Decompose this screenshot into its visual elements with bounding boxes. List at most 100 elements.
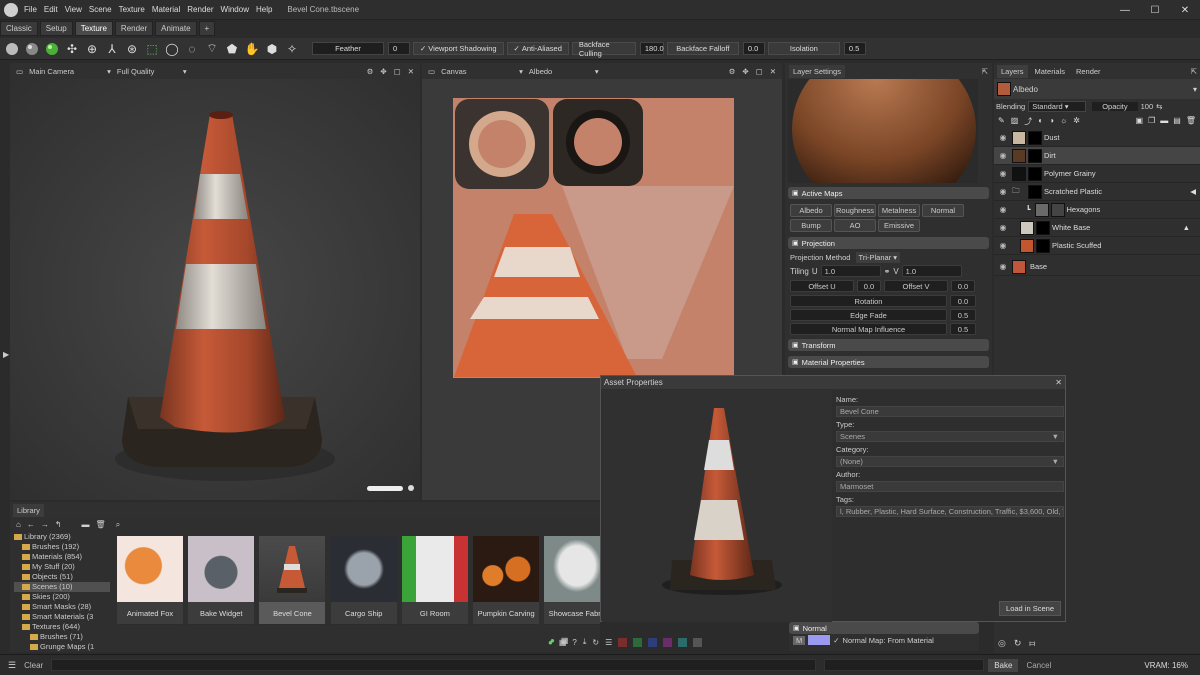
layer-row-white-base[interactable]: ◉ White Base ▲ xyxy=(994,219,1200,237)
quality-select[interactable]: Full Quality xyxy=(117,67,183,76)
isolation-field[interactable]: Isolation xyxy=(767,42,840,55)
tree-item[interactable]: Brushes (71) xyxy=(14,632,110,642)
tab-layers[interactable]: Layers xyxy=(997,64,1028,78)
left-collapse-arrow-icon[interactable]: ▶ xyxy=(3,350,9,359)
layer-row-plastic-scuffed[interactable]: ◉ Plastic Scuffed xyxy=(994,237,1200,255)
tiling-u-field[interactable]: 1.0 xyxy=(820,265,881,277)
copy-icon[interactable]: ❐ xyxy=(1148,116,1155,127)
list-icon[interactable]: ☰ xyxy=(605,638,612,647)
backface-falloff-field[interactable]: Backface Falloff xyxy=(666,42,739,55)
bake-button[interactable]: Bake xyxy=(988,658,1019,672)
normal-influence-value[interactable]: 0.5 xyxy=(950,323,976,335)
edge-fade-value[interactable]: 0.5 xyxy=(950,309,976,321)
camera-select[interactable]: Main Camera xyxy=(29,67,107,76)
map-ao-button[interactable]: AO xyxy=(834,219,876,232)
grid-icon[interactable]: ▦ xyxy=(559,638,567,647)
projection-section[interactable]: Projection xyxy=(788,237,989,249)
map-albedo-button[interactable]: Albedo xyxy=(790,204,832,217)
tree-item[interactable]: Textures (644) xyxy=(14,622,110,632)
sphere-green-icon[interactable] xyxy=(44,41,60,57)
sliders-icon[interactable]: ⧦ xyxy=(1029,638,1035,649)
folder-icon[interactable]: ▬ xyxy=(82,520,90,530)
swatch-teal[interactable] xyxy=(678,637,688,647)
tab-render-layers[interactable]: Render xyxy=(1072,65,1105,78)
opacity-value[interactable]: 100 xyxy=(1141,102,1154,111)
author-field[interactable]: Marmoset xyxy=(836,481,1064,492)
asset-tile-bevel-cone[interactable]: Bevel Cone xyxy=(259,536,326,625)
swatch-green[interactable] xyxy=(633,637,643,647)
swatch-magenta[interactable] xyxy=(663,637,673,647)
layer-row-base[interactable]: ◉ Base xyxy=(994,258,1200,276)
paint-select-icon[interactable]: ⬟ xyxy=(224,41,240,57)
menu-render[interactable]: Render xyxy=(187,5,213,14)
tab-texture[interactable]: Texture xyxy=(74,21,113,36)
link-icon[interactable]: ⚭ xyxy=(884,267,891,276)
offset-v-value[interactable]: 0.0 xyxy=(951,280,975,292)
viewport-3d[interactable]: ▭ Main Camera ▾ Full Quality ▾ ⚙ ✥ ▢ ✕ xyxy=(10,63,420,500)
swatch-blue[interactable] xyxy=(648,637,658,647)
half-circle-icon[interactable]: ◑ xyxy=(1049,116,1054,127)
curve-icon[interactable]: ⤴ xyxy=(1024,116,1032,127)
refresh-icon[interactable]: ↻ xyxy=(592,638,599,647)
cube-icon[interactable]: ⬢ xyxy=(264,41,280,57)
backface-culling-field[interactable]: Backface Culling xyxy=(571,40,636,58)
eye-icon[interactable]: ◉ xyxy=(997,151,1009,160)
help-icon[interactable]: ? xyxy=(572,638,576,647)
isolation-value[interactable]: 0.5 xyxy=(843,42,866,55)
channel-select[interactable]: Albedo xyxy=(529,67,595,76)
lasso-icon[interactable]: ◌ xyxy=(184,41,200,57)
asset-tile-gi-room[interactable]: GI Room xyxy=(401,536,468,625)
normal-influence-slider[interactable]: Normal Map Influence xyxy=(790,323,947,335)
eye-icon[interactable]: ◉ xyxy=(997,133,1009,142)
tree-item[interactable]: Grunge Maps (1 xyxy=(14,642,110,652)
popout-icon[interactable]: ⇱ xyxy=(1191,67,1197,76)
minimize-button[interactable]: — xyxy=(1110,0,1140,20)
trash-icon[interactable]: 🗑 xyxy=(96,520,106,530)
target-icon[interactable]: ◎ xyxy=(998,638,1006,649)
offset-u-value[interactable]: 0.0 xyxy=(857,280,881,292)
circle-select-icon[interactable]: ◯ xyxy=(164,41,180,57)
tree-item[interactable]: Objects (51) xyxy=(14,572,110,582)
tab-add[interactable]: + xyxy=(198,21,216,36)
menu-material[interactable]: Material xyxy=(152,5,180,14)
rotate-gizmo-icon[interactable]: ⊛ xyxy=(124,41,140,57)
refresh-icon[interactable]: ↻ xyxy=(1014,638,1022,649)
sphere-gray-icon[interactable] xyxy=(4,41,20,57)
forward-arrow-icon[interactable]: → xyxy=(41,520,49,530)
edge-fade-slider[interactable]: Edge Fade xyxy=(790,309,947,321)
fill-icon[interactable]: ▨ xyxy=(1011,116,1019,127)
blending-select[interactable]: Standard ▾ xyxy=(1028,101,1087,112)
transform-icon[interactable]: ✣ xyxy=(64,41,80,57)
map-roughness-button[interactable]: Roughness xyxy=(834,204,876,217)
tree-item[interactable]: Skies (200) xyxy=(14,592,110,602)
expand-arrow-icon[interactable]: ▲ xyxy=(1183,223,1190,232)
name-field[interactable]: Bevel Cone xyxy=(836,406,1064,417)
gear-icon[interactable]: ⚙ xyxy=(729,67,736,76)
globe-icon[interactable]: ⊕ xyxy=(84,41,100,57)
layer-row-hexagons[interactable]: ◉ ┗ Hexagons xyxy=(994,201,1200,219)
layer-row-dust[interactable]: ◉ Dust xyxy=(994,129,1200,147)
type-select[interactable]: Scenes ▼ xyxy=(836,431,1064,442)
maximize-view-icon[interactable]: ▢ xyxy=(394,67,401,76)
rotation-slider[interactable]: Rotation xyxy=(790,295,947,307)
feather-value[interactable]: 0 xyxy=(388,42,410,55)
clear-button[interactable]: Clear xyxy=(24,661,43,670)
tree-item[interactable]: Library (2369) xyxy=(14,532,110,542)
sun-icon[interactable]: ☼ xyxy=(1060,116,1067,127)
map-emissive-button[interactable]: Emissive xyxy=(878,219,920,232)
viewport-shadowing-toggle[interactable]: Viewport Shadowing xyxy=(413,42,504,55)
normal-section[interactable]: Normal xyxy=(789,622,979,634)
gear-icon[interactable]: ⚙ xyxy=(367,67,374,76)
feather-field[interactable]: Feather xyxy=(312,42,384,55)
popout-icon[interactable]: ⇱ xyxy=(982,67,988,76)
menu-edit[interactable]: Edit xyxy=(44,5,58,14)
map-bump-button[interactable]: Bump xyxy=(790,219,832,232)
asset-tile-animated-fox[interactable]: Animated Fox xyxy=(117,536,183,625)
tree-item[interactable]: Brushes (192) xyxy=(14,542,110,552)
tree-item[interactable]: My Stuff (20) xyxy=(14,562,110,572)
menu-window[interactable]: Window xyxy=(221,5,249,14)
magic-wand-icon[interactable]: ✧ xyxy=(284,41,300,57)
mask-icon[interactable]: ▣ xyxy=(1136,116,1144,127)
tab-classic[interactable]: Classic xyxy=(0,21,38,36)
viewport-dot-indicator[interactable] xyxy=(408,485,414,491)
